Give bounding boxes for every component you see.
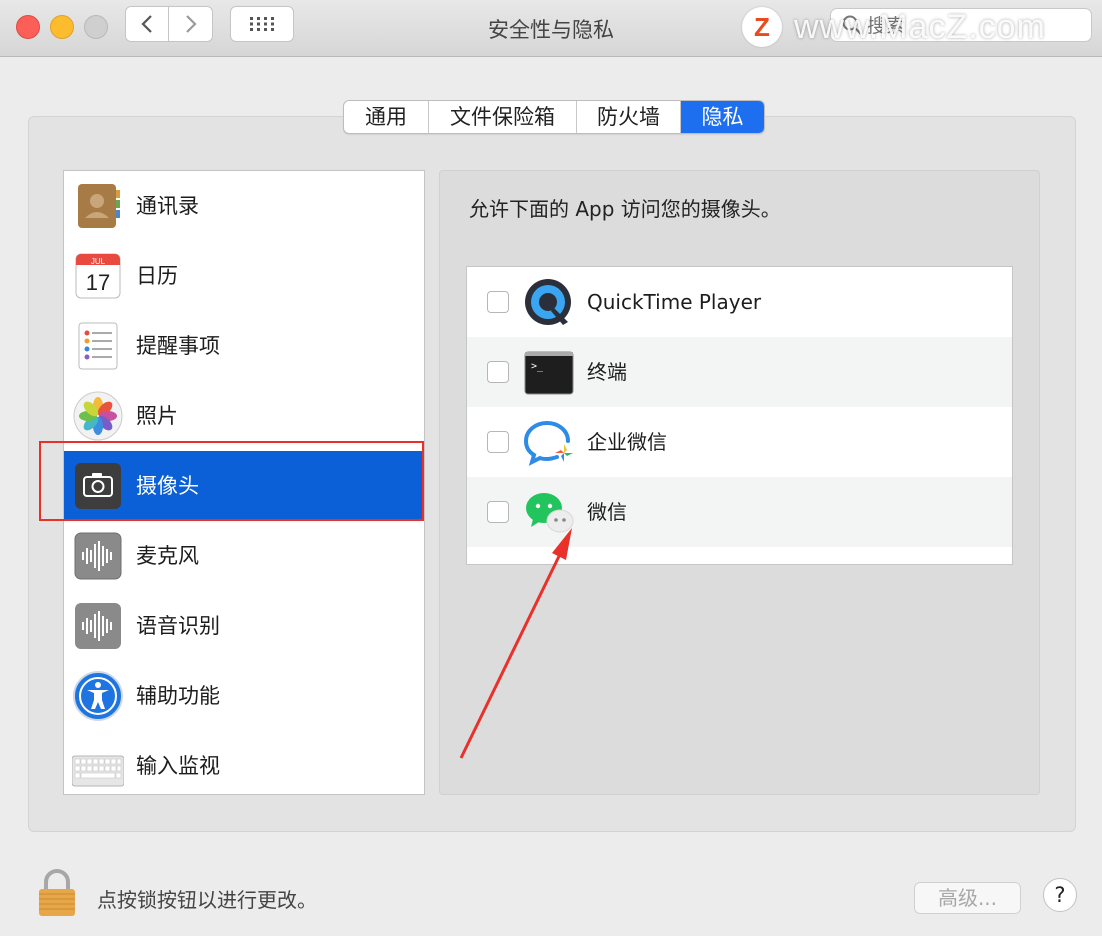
search-input[interactable] xyxy=(865,11,1079,41)
title-bar: 安全性与隐私 Z www.MacZ.com xyxy=(0,0,1102,57)
calendar-icon: JUL 17 xyxy=(75,253,121,299)
wecom-checkbox[interactable] xyxy=(487,431,509,453)
tab-firewall[interactable]: 防火墙 xyxy=(577,101,681,133)
app-name: 企业微信 xyxy=(587,430,667,454)
sidebar-item-label: 麦克风 xyxy=(136,544,199,568)
sidebar-item-label: 日历 xyxy=(136,264,178,288)
sidebar-item-accessibility[interactable]: 辅助功能 xyxy=(64,661,424,731)
wecom-icon xyxy=(523,421,573,466)
sidebar-item-camera[interactable]: 摄像头 xyxy=(64,451,424,521)
tab-bar: 通用 文件保险箱 防火墙 隐私 xyxy=(343,100,765,134)
quicktime-icon xyxy=(525,279,571,325)
privacy-category-list: 通讯录 JUL 17 日历 提醒事项 照片 摄像头 麦克风 语音识别 辅助功能 … xyxy=(63,170,425,795)
lock-instruction-text: 点按锁按钮以进行更改。 xyxy=(97,888,317,912)
help-button[interactable]: ? xyxy=(1043,878,1077,912)
advanced-button[interactable]: 高级... xyxy=(914,882,1021,914)
app-row-quicktime[interactable]: QuickTime Player xyxy=(467,267,1012,337)
tab-general[interactable]: 通用 xyxy=(344,101,429,133)
microphone-icon xyxy=(74,532,122,580)
terminal-checkbox[interactable] xyxy=(487,361,509,383)
app-row-terminal[interactable]: >_ 终端 xyxy=(467,337,1012,407)
accessibility-icon xyxy=(73,671,123,721)
wechat-icon xyxy=(526,493,574,533)
sidebar-item-label: 输入监视 xyxy=(136,754,220,778)
sidebar-item-label: 辅助功能 xyxy=(136,684,220,708)
sidebar-item-label: 语音识别 xyxy=(136,614,220,638)
wechat-checkbox[interactable] xyxy=(487,501,509,523)
sidebar-item-label: 提醒事项 xyxy=(136,334,220,358)
keyboard-icon xyxy=(72,755,124,787)
sidebar-item-photos[interactable]: 照片 xyxy=(64,381,424,451)
terminal-prompt-glyph: >_ xyxy=(531,361,544,372)
sidebar-item-label: 通讯录 xyxy=(136,194,199,218)
app-name: QuickTime Player xyxy=(587,290,762,314)
camera-app-list: QuickTime Player >_ 终端 企业微信 微信 xyxy=(466,266,1013,565)
sidebar-item-calendar[interactable]: JUL 17 日历 xyxy=(64,241,424,311)
search-icon xyxy=(842,15,862,35)
calendar-day-label: 17 xyxy=(86,270,110,295)
sidebar-item-label: 摄像头 xyxy=(136,474,199,498)
tab-filevault[interactable]: 文件保险箱 xyxy=(429,101,577,133)
quicktime-checkbox[interactable] xyxy=(487,291,509,313)
search-field[interactable] xyxy=(830,8,1092,42)
sidebar-item-label: 照片 xyxy=(136,404,178,428)
app-row-wecom[interactable]: 企业微信 xyxy=(467,407,1012,477)
sidebar-item-microphone[interactable]: 麦克风 xyxy=(64,521,424,591)
contacts-icon xyxy=(78,184,120,228)
photos-icon xyxy=(73,391,123,441)
sidebar-item-reminders[interactable]: 提醒事项 xyxy=(64,311,424,381)
lock-icon[interactable] xyxy=(36,868,78,918)
sidebar-item-contacts[interactable]: 通讯录 xyxy=(64,171,424,241)
camera-access-prompt: 允许下面的 App 访问您的摄像头。 xyxy=(469,197,781,221)
sidebar-item-input-monitoring[interactable]: 输入监视 xyxy=(64,731,424,794)
app-name: 微信 xyxy=(587,500,627,524)
app-name: 终端 xyxy=(587,360,627,384)
terminal-icon: >_ xyxy=(524,351,574,395)
calendar-month-label: JUL xyxy=(91,257,106,266)
tab-privacy[interactable]: 隐私 xyxy=(681,101,764,133)
app-row-wechat[interactable]: 微信 xyxy=(467,477,1012,547)
sidebar-item-speech-recognition[interactable]: 语音识别 xyxy=(64,591,424,661)
reminders-icon xyxy=(78,322,118,370)
speech-recognition-icon xyxy=(75,603,121,649)
camera-icon xyxy=(75,463,121,509)
